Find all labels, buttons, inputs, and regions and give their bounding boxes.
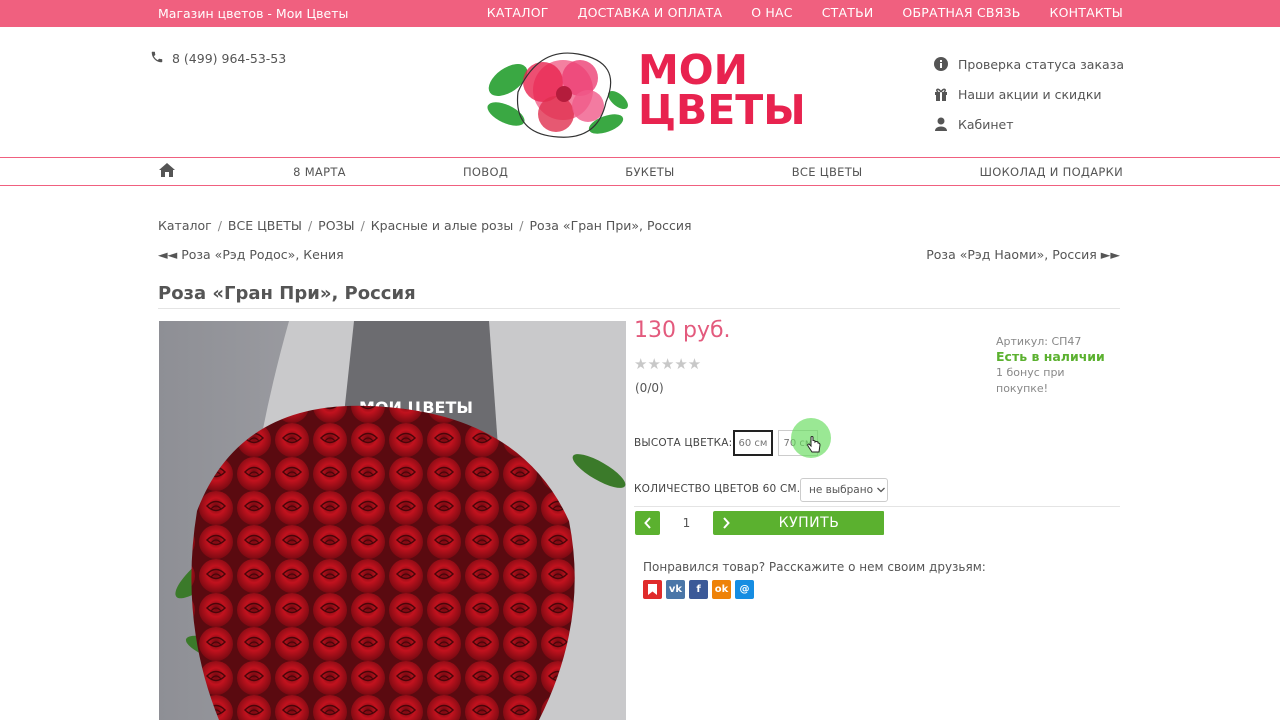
order-status-label: Проверка статуса заказа <box>958 56 1124 72</box>
breadcrumb-separator: / <box>360 218 365 233</box>
vk-icon[interactable]: vk <box>666 580 685 599</box>
height-option-60[interactable]: 60 см <box>733 430 773 456</box>
stock-status: Есть в наличии <box>996 349 1105 364</box>
top-menu: КАТАЛОГ ДОСТАВКА И ОПЛАТА О НАС СТАТЬИ О… <box>487 5 1123 20</box>
menu-feedback[interactable]: ОБРАТНАЯ СВЯЗЬ <box>902 5 1020 20</box>
quantity-select-value: не выбрано <box>809 484 874 496</box>
bonus-text: 1 бонус при покупке! <box>996 366 1065 395</box>
decrement-button[interactable] <box>635 511 660 535</box>
odnoklassniki-icon[interactable]: ok <box>712 580 731 599</box>
nav-item-chocolate-gifts[interactable]: ШОКОЛАД И ПОДАРКИ <box>980 165 1123 179</box>
top-bar: Магазин цветов - Мои Цветы КАТАЛОГ ДОСТА… <box>0 0 1280 27</box>
phone-number: 8 (499) 964-53-53 <box>172 51 287 66</box>
cabinet-label: Кабинет <box>958 116 1014 132</box>
title-divider <box>158 308 1120 309</box>
quantity-select[interactable]: не выбрано <box>800 478 888 502</box>
rating-stars[interactable]: ★★★★★ <box>634 355 701 373</box>
quantity-input[interactable]: 1 <box>660 511 713 535</box>
info-circle-icon <box>934 57 948 71</box>
breadcrumb-separator: / <box>519 218 524 233</box>
product-price: 130 руб. <box>634 318 731 343</box>
breadcrumb: Каталог / ВСЕ ЦВЕТЫ / РОЗЫ / Красные и а… <box>158 218 692 233</box>
home-icon[interactable] <box>158 162 176 181</box>
menu-delivery[interactable]: ДОСТАВКА И ОПЛАТА <box>578 5 723 20</box>
height-label: ВЫСОТА ЦВЕТКА: <box>634 437 733 449</box>
page-title: Роза «Гран При», Россия <box>158 283 416 304</box>
nav-item-march8[interactable]: 8 МАРТА <box>293 165 346 179</box>
site-logo[interactable]: МОИ ЦВЕТЫ <box>478 42 808 142</box>
breadcrumb-all-flowers[interactable]: ВСЕ ЦВЕТЫ <box>228 218 302 233</box>
logo-line-1: МОИ <box>638 46 748 94</box>
share-buttons: vk f ok @ <box>643 580 754 599</box>
nav-item-occasion[interactable]: ПОВОД <box>463 165 508 179</box>
phone-icon <box>150 50 164 67</box>
chevron-right-icon <box>722 517 730 529</box>
chevron-down-icon <box>877 484 885 496</box>
hand-cursor-icon <box>807 436 821 458</box>
sku-text: Артикул: СП47 <box>996 335 1082 348</box>
cabinet-link[interactable]: Кабинет <box>934 109 1124 139</box>
menu-contacts[interactable]: КОНТАКТЫ <box>1050 5 1123 20</box>
breadcrumb-catalog[interactable]: Каталог <box>158 218 212 233</box>
quantity-stepper: 1 <box>635 511 738 535</box>
header-side-links: Проверка статуса заказа Наши акции и ски… <box>934 49 1124 139</box>
facebook-icon[interactable]: f <box>689 580 708 599</box>
rose-bouquet-image: МОИ ЦВЕТЫ <box>159 321 626 720</box>
breadcrumb-current: Роза «Гран При», Россия <box>529 218 692 233</box>
rating-votes: (0/0) <box>635 381 664 395</box>
order-status-link[interactable]: Проверка статуса заказа <box>934 49 1124 79</box>
menu-about[interactable]: О НАС <box>751 5 793 20</box>
share-prompt: Понравился товар? Расскажите о нем своим… <box>643 560 986 574</box>
buy-divider <box>634 506 1120 507</box>
next-product-link[interactable]: Роза «Рэд Наоми», Россия ►► <box>926 247 1120 262</box>
flower-logo-icon <box>487 52 628 138</box>
nav-item-all-flowers[interactable]: ВСЕ ЦВЕТЫ <box>792 165 863 179</box>
nav-bottom-border <box>0 185 1280 186</box>
breadcrumb-separator: / <box>217 218 222 233</box>
breadcrumb-red-roses[interactable]: Красные и алые розы <box>371 218 513 233</box>
chevron-left-icon <box>643 517 651 529</box>
promotions-link[interactable]: Наши акции и скидки <box>934 79 1124 109</box>
nav-item-bouquets[interactable]: БУКЕТЫ <box>625 165 674 179</box>
moimir-icon[interactable]: @ <box>735 580 754 599</box>
bookmark-icon[interactable] <box>643 580 662 599</box>
promotions-label: Наши акции и скидки <box>958 86 1102 102</box>
breadcrumb-roses[interactable]: РОЗЫ <box>318 218 354 233</box>
buy-button[interactable]: КУПИТЬ <box>734 511 884 535</box>
breadcrumb-separator: / <box>307 218 313 233</box>
user-icon <box>934 117 948 131</box>
quantity-label: КОЛИЧЕСТВО ЦВЕТОВ 60 СМ.: <box>634 483 805 495</box>
logo-text: МОИ ЦВЕТЫ <box>638 46 806 134</box>
prev-product-link[interactable]: ◄◄ Роза «Рэд Родос», Кения <box>158 247 344 262</box>
menu-catalog[interactable]: КАТАЛОГ <box>487 5 549 20</box>
shop-name[interactable]: Магазин цветов - Мои Цветы <box>158 6 348 21</box>
product-photo[interactable]: МОИ ЦВЕТЫ <box>159 321 626 720</box>
logo-line-2: ЦВЕТЫ <box>638 86 806 134</box>
product-meta: Артикул: СП47 Есть в наличии 1 бонус при… <box>996 335 1115 397</box>
header-phone[interactable]: 8 (499) 964-53-53 <box>150 50 286 67</box>
gift-icon <box>934 87 948 101</box>
main-nav: 8 МАРТА ПОВОД БУКЕТЫ ВСЕ ЦВЕТЫ ШОКОЛАД И… <box>158 158 1123 185</box>
menu-articles[interactable]: СТАТЬИ <box>822 5 874 20</box>
